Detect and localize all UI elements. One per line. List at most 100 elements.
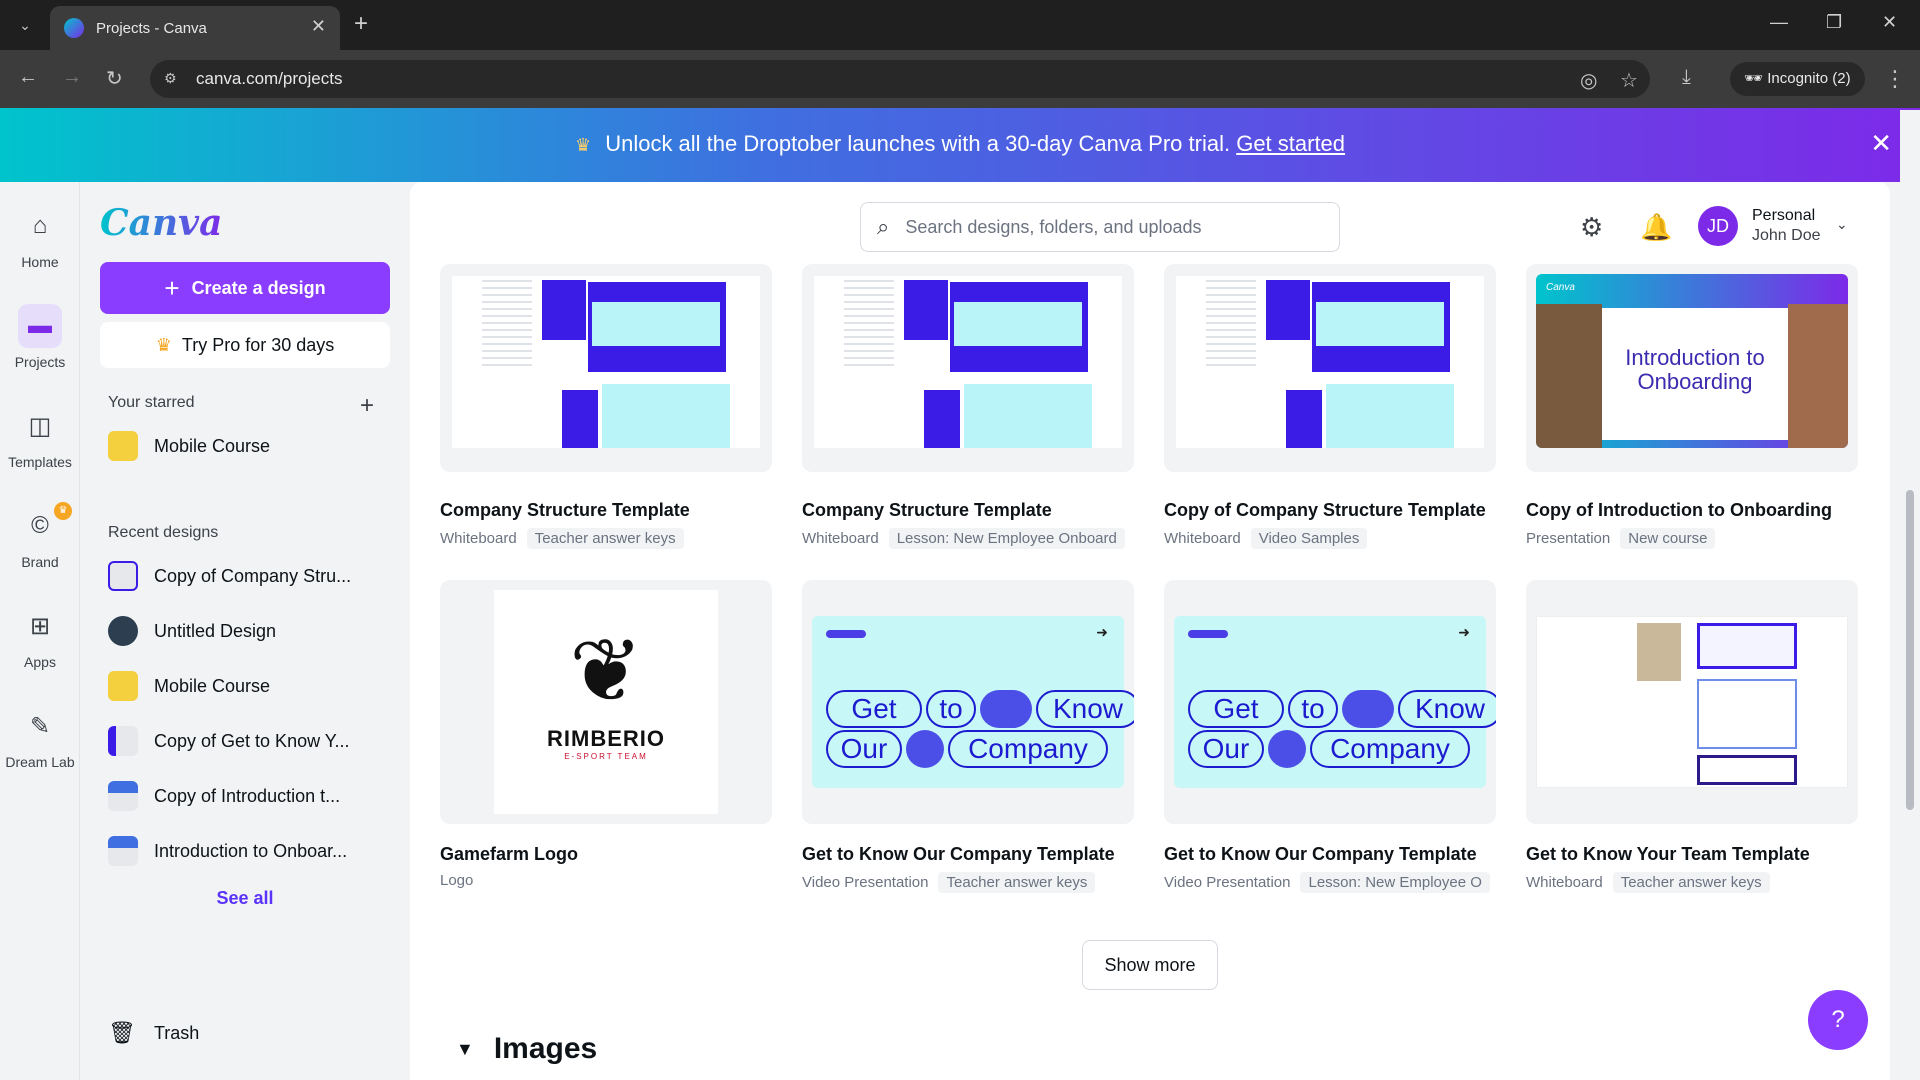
try-pro-label: Try Pro for 30 days (181, 334, 335, 355)
preview-word: Know (1398, 690, 1496, 728)
design-card[interactable]: Company Structure Template Whiteboard Te… (440, 264, 772, 549)
apps-icon: ⊞ (29, 612, 51, 640)
download-icon[interactable]: ⤓ (1682, 66, 1691, 89)
card-tag[interactable]: Video Samples (1250, 528, 1368, 549)
rail-item-dream-lab[interactable]: ✎ Dream Lab (0, 704, 80, 771)
notification-bell-icon[interactable]: 🔔 (1640, 212, 1672, 243)
design-thumbnail (108, 431, 138, 461)
images-section-header[interactable]: ▼ Images (456, 1032, 597, 1066)
design-thumbnail (108, 836, 138, 866)
chevron-down-icon[interactable]: ⌄ (1836, 216, 1848, 233)
design-card[interactable]: Copy of Company Structure Template White… (1164, 264, 1496, 549)
window-close-icon[interactable]: ✕ (1882, 12, 1897, 33)
design-card[interactable]: Canva Introduction to Onboarding Copy of… (1526, 264, 1858, 549)
card-tag[interactable]: Lesson: New Employee O (1300, 872, 1490, 893)
trash-item[interactable]: 🗑 Trash (108, 1020, 199, 1046)
eye-off-icon[interactable]: ◎ (1580, 68, 1597, 93)
preview-word: to (926, 690, 976, 728)
recent-item[interactable]: Copy of Introduction t... (108, 776, 388, 816)
tab-close-icon[interactable]: ✕ (311, 16, 326, 37)
design-preview: ➜ Get to Know Our Company (802, 580, 1134, 824)
preview-word: Our (826, 730, 902, 768)
browser-menu-icon[interactable]: ⋮ (1884, 66, 1906, 92)
back-icon[interactable]: ← (18, 66, 38, 89)
templates-icon: ◫ (28, 412, 52, 440)
search-input[interactable] (905, 216, 1306, 238)
browser-tab-bar: ⌄ Projects - Canva ✕ + — ❐ ✕ (0, 0, 1920, 50)
rail-label: Brand (21, 554, 59, 570)
reload-icon[interactable]: ↻ (106, 66, 123, 91)
show-more-button[interactable]: Show more (1082, 940, 1218, 990)
card-title: Get to Know Your Team Template (1526, 844, 1810, 864)
design-card[interactable]: ➜ Get to Know Our Company Get to Know Ou… (802, 580, 1134, 893)
design-card[interactable]: Company Structure Template Whiteboard Le… (802, 264, 1134, 549)
card-tag[interactable]: New course (1620, 528, 1716, 549)
star-icon[interactable]: ☆ (1620, 68, 1638, 93)
rail-item-brand[interactable]: © ♛ Brand (0, 502, 80, 570)
recent-item[interactable]: Copy of Company Stru... (108, 556, 388, 596)
add-starred-icon[interactable]: + (360, 392, 374, 420)
main-content: Company Structure Template Whiteboard Te… (410, 182, 1890, 1080)
search-icon: ⌕ (877, 214, 890, 239)
recent-item[interactable]: Mobile Course (108, 666, 388, 706)
account-switcher[interactable]: Personal John Doe (1752, 206, 1821, 246)
promo-link[interactable]: Get started (1236, 131, 1345, 156)
design-card[interactable]: ➜ Get to Know Our Company Get to Know Ou… (1164, 580, 1496, 893)
tab-search-button[interactable]: ⌄ (10, 12, 40, 38)
help-button[interactable]: ? (1808, 990, 1868, 1050)
recent-item[interactable]: Copy of Get to Know Y... (108, 721, 388, 761)
restore-icon[interactable]: ❐ (1826, 12, 1842, 33)
omnibox[interactable]: ⚙ canva.com/projects ◎ ☆ (150, 60, 1650, 98)
card-tag[interactable]: Lesson: New Employee Onboard (888, 528, 1125, 549)
recent-item-label: Mobile Course (154, 675, 271, 696)
card-title: Company Structure Template (802, 500, 1052, 520)
new-tab-button[interactable]: + (354, 10, 368, 38)
search-box[interactable]: ⌕ (860, 202, 1340, 252)
design-preview (1526, 580, 1858, 824)
home-icon: ⌂ (32, 212, 48, 239)
card-tag[interactable]: Teacher answer keys (938, 872, 1096, 893)
crown-icon: ♛ (155, 334, 172, 355)
rail-item-home[interactable]: ⌂ Home (0, 204, 80, 270)
card-meta: Whiteboard Lesson: New Employee Onboard (802, 528, 1125, 549)
preview-word: Get (826, 690, 922, 728)
card-type: Logo (440, 872, 474, 889)
card-tag[interactable]: Teacher answer keys (1612, 872, 1770, 893)
starred-item[interactable]: Mobile Course (108, 426, 388, 466)
rail-item-projects[interactable]: ▬ Projects (0, 304, 80, 370)
site-info-icon[interactable]: ⚙ (164, 70, 182, 88)
canva-logo[interactable]: Canva (100, 202, 222, 244)
recent-item[interactable]: Introduction to Onboar... (108, 831, 388, 871)
rail-item-apps[interactable]: ⊞ Apps (0, 604, 80, 671)
card-tag[interactable]: Teacher answer keys (526, 528, 684, 549)
design-preview: Canva Introduction to Onboarding (1526, 264, 1858, 472)
avatar[interactable]: JD (1698, 206, 1738, 246)
design-card[interactable]: ❦ RIMBERIO E-SPORT TEAM Gamefarm Logo Lo… (440, 580, 772, 889)
preview-onboarding-text: Introduction to Onboarding (1625, 345, 1765, 394)
card-type: Whiteboard (440, 530, 517, 547)
scrollbar-thumb[interactable] (1906, 490, 1914, 810)
create-design-button[interactable]: + Create a design (100, 262, 390, 314)
incognito-badge[interactable]: 🕶 Incognito (2) (1730, 62, 1865, 96)
try-pro-button[interactable]: ♛ Try Pro for 30 days (100, 322, 390, 368)
minimize-icon[interactable]: — (1770, 12, 1788, 33)
phoenix-icon: ❦ (569, 621, 643, 720)
arrow-right-icon: ➜ (1458, 624, 1470, 640)
recent-item[interactable]: Untitled Design (108, 611, 388, 651)
card-meta: Logo (440, 872, 473, 889)
see-all-link[interactable]: See all (80, 888, 410, 909)
promo-banner: ♛ Unlock all the Droptober launches with… (0, 108, 1920, 182)
design-card[interactable]: Get to Know Your Team Template Whiteboar… (1526, 580, 1858, 893)
settings-gear-icon[interactable]: ⚙ (1580, 212, 1603, 243)
create-design-label: Create a design (191, 277, 326, 298)
rail-item-templates[interactable]: ◫ Templates (0, 404, 80, 471)
card-title: Copy of Company Structure Template (1164, 500, 1486, 520)
preview-word: to (1288, 690, 1338, 728)
promo-close-icon[interactable]: ✕ (1870, 128, 1892, 159)
design-preview (802, 264, 1134, 472)
browser-tab[interactable]: Projects - Canva ✕ (50, 6, 340, 50)
forward-icon[interactable]: → (62, 66, 82, 89)
scrollbar[interactable] (1900, 110, 1920, 1080)
card-meta: Video Presentation Lesson: New Employee … (1164, 872, 1490, 893)
card-title: Company Structure Template (440, 500, 690, 520)
